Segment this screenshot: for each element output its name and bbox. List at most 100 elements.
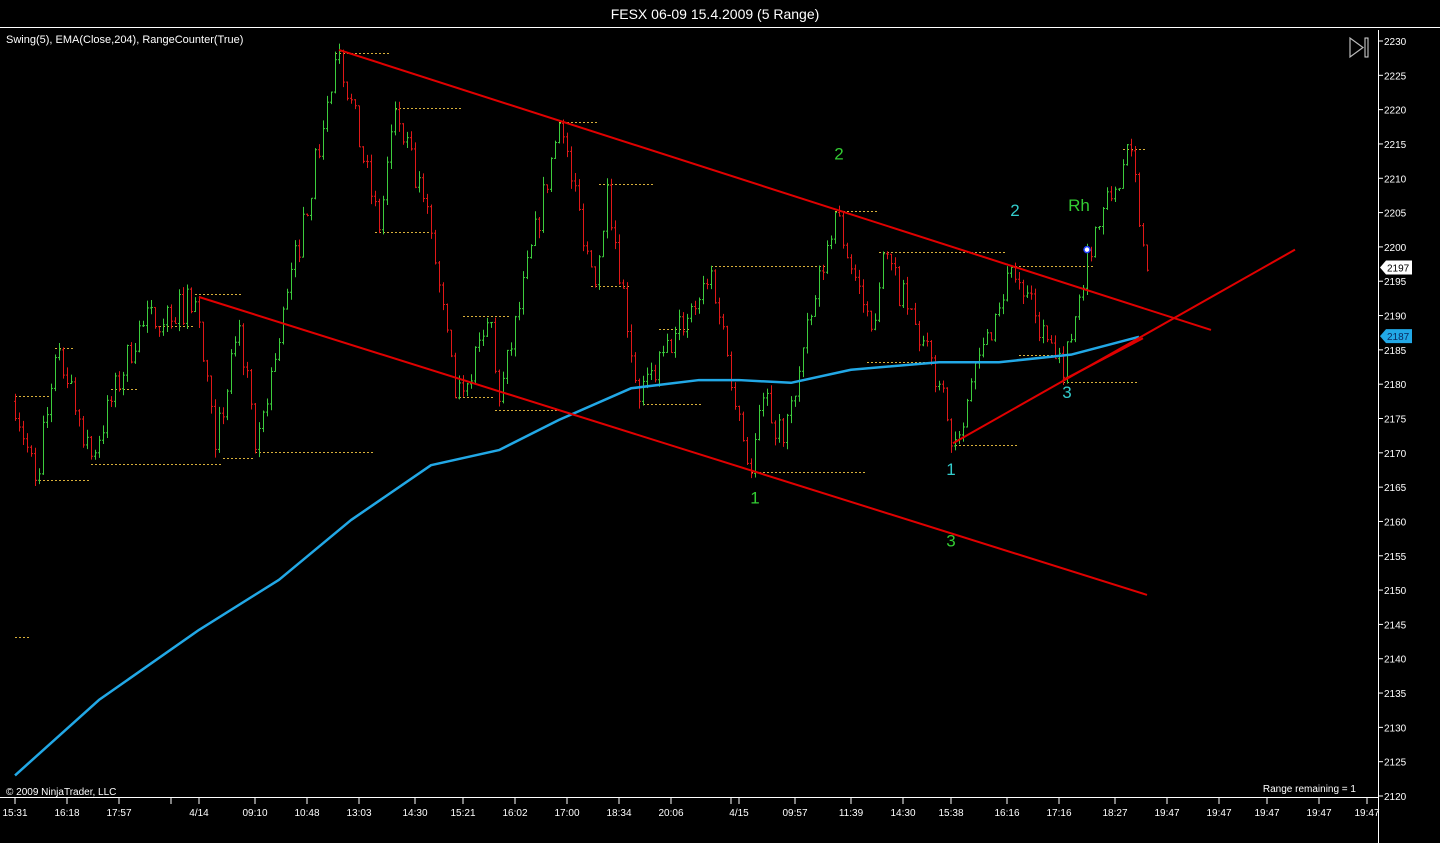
scroll-to-end-icon[interactable]	[1349, 36, 1369, 59]
price-bar	[406, 131, 409, 149]
price-bar	[174, 317, 177, 324]
range-remaining-label: Range remaining = 1	[1263, 784, 1357, 795]
price-bar	[686, 313, 689, 338]
price-bar	[402, 123, 405, 145]
x-tick-label: 4/14	[189, 808, 209, 819]
x-tick-label: 19:47	[1254, 808, 1279, 819]
x-tick-label: 19:47	[1306, 808, 1331, 819]
y-tick-label: 2150	[1384, 586, 1407, 597]
price-bar	[1070, 333, 1073, 343]
price-bar	[1106, 187, 1109, 210]
price-bar	[734, 382, 737, 410]
price-bar	[478, 332, 481, 352]
price-bar	[1130, 138, 1133, 157]
chart-title: FESX 06-09 15.4.2009 (5 Range)	[611, 6, 820, 22]
price-bar	[946, 387, 949, 422]
price-bar	[414, 142, 417, 189]
price-bar	[882, 251, 885, 290]
price-bar	[790, 396, 793, 424]
price-bar	[570, 146, 573, 189]
price-bar	[574, 173, 577, 192]
price-bar	[334, 51, 337, 94]
y-tick-label: 2175	[1384, 415, 1407, 426]
price-chart[interactable]: FESX 06-09 15.4.2009 (5 Range) Swing(5),…	[0, 0, 1440, 843]
y-tick-label: 2195	[1384, 277, 1407, 288]
ema-series	[14, 335, 1140, 777]
price-bar	[626, 282, 629, 338]
price-bar	[542, 176, 545, 233]
price-bar	[342, 49, 345, 88]
price-bar	[834, 212, 837, 244]
price-bar	[262, 410, 265, 433]
price-bar	[438, 260, 441, 293]
price-bar	[518, 301, 521, 321]
y-tick-label: 2220	[1384, 106, 1407, 117]
price-bar	[810, 314, 813, 326]
y-tick-label: 2130	[1384, 723, 1407, 734]
price-bar	[358, 105, 361, 148]
y-tick-label: 2205	[1384, 209, 1407, 220]
price-bar	[346, 81, 349, 101]
price-bar	[1102, 206, 1105, 235]
y-tick-label: 2200	[1384, 243, 1407, 254]
price-bar	[166, 305, 169, 333]
price-bar	[650, 362, 653, 380]
price-bar	[742, 411, 745, 442]
x-tick-label: 17:16	[1046, 808, 1071, 819]
price-bar	[322, 120, 325, 160]
price-bar	[254, 403, 257, 454]
price-bar	[594, 266, 597, 288]
price-bar	[990, 332, 993, 341]
price-bar	[502, 371, 505, 404]
price-bar	[554, 140, 557, 159]
price-bar	[162, 318, 165, 336]
price-bar	[1030, 285, 1033, 300]
price-bar	[830, 235, 833, 250]
price-bar	[354, 99, 357, 110]
price-bar	[786, 413, 789, 450]
price-bar	[270, 367, 273, 411]
x-tick-label: 16:18	[54, 808, 79, 819]
price-bar	[1050, 335, 1053, 344]
price-bar	[578, 179, 581, 211]
price-bar	[906, 276, 909, 315]
price-bar	[870, 310, 873, 332]
y-tick-label: 2125	[1384, 758, 1407, 769]
price-bar	[526, 250, 529, 280]
price-bar	[590, 250, 593, 268]
price-bar	[1094, 226, 1097, 258]
price-bar	[506, 349, 509, 385]
x-tick-label: 10:48	[294, 808, 319, 819]
price-bar	[198, 296, 201, 328]
x-tick-label: 11:39	[839, 808, 864, 819]
price-bar	[374, 190, 377, 207]
price-bar	[682, 312, 685, 336]
price-bar	[126, 344, 129, 382]
swing-count-label: 2	[1010, 201, 1019, 220]
price-bar	[226, 389, 229, 421]
price-bar	[362, 146, 365, 164]
price-bar	[258, 422, 261, 458]
price-bar	[310, 197, 313, 221]
swing-count-label: 1	[750, 488, 759, 507]
price-bar	[766, 388, 769, 406]
price-bar	[1026, 285, 1029, 298]
last-price-marker: 2197	[1380, 260, 1412, 275]
price-bar	[738, 405, 741, 422]
price-bar	[866, 301, 869, 317]
price-bar	[38, 468, 41, 485]
price-bar	[214, 399, 217, 458]
price-bar	[942, 380, 945, 393]
swing-count-label: Rh	[1068, 196, 1090, 215]
price-bar	[1122, 159, 1125, 189]
price-bar	[722, 313, 725, 330]
price-bar	[854, 264, 857, 281]
price-bar	[410, 131, 413, 151]
x-tick-label: 13:03	[346, 808, 371, 819]
price-bar	[74, 377, 77, 416]
price-bar	[158, 326, 161, 337]
price-bar	[454, 352, 457, 399]
price-bar	[982, 337, 985, 358]
price-bar	[782, 417, 785, 447]
price-bar	[690, 303, 693, 323]
